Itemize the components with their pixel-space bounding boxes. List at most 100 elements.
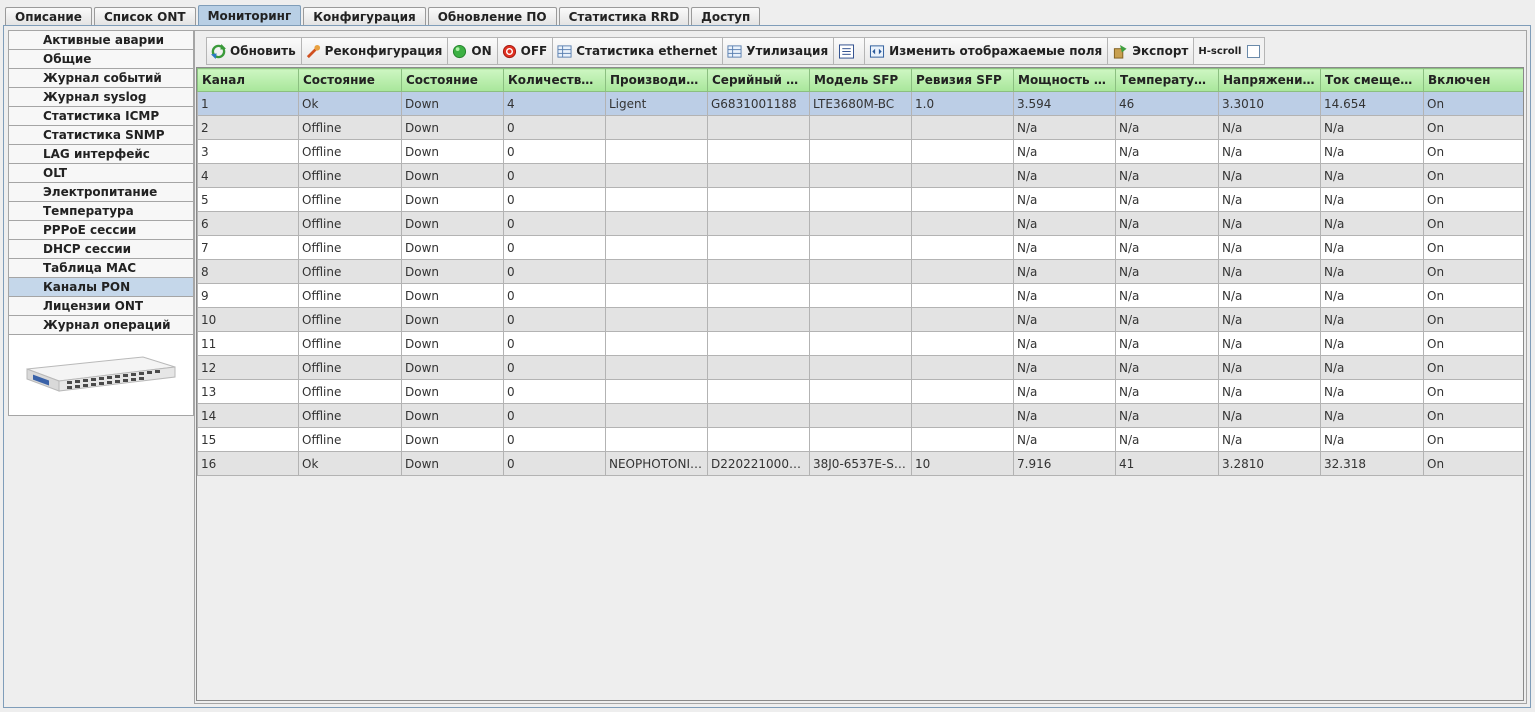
table-cell: N/a	[1013, 355, 1116, 380]
sidebar-item-pppoe-sessions[interactable]: PPPoE сессии	[8, 220, 194, 239]
table-cell: N/a	[1218, 211, 1321, 236]
column-header[interactable]: Ток смещения...	[1320, 68, 1424, 92]
table-row[interactable]: 5 Offline Down 0 N/a N/a N/a N/a On	[197, 187, 1523, 212]
table-cell	[809, 259, 912, 284]
sidebar-item-active-alarms[interactable]: Активные аварии	[8, 30, 194, 49]
export-button[interactable]: Экспорт	[1108, 38, 1195, 64]
column-header[interactable]: Модель SFP	[809, 68, 912, 92]
table-cell: 1.0	[911, 91, 1014, 116]
tab-firmware-update[interactable]: Обновление ПО	[427, 7, 557, 26]
tab-rrd-statistics[interactable]: Статистика RRD	[558, 7, 690, 26]
table-cell: N/a	[1218, 139, 1321, 164]
table-row[interactable]: 14 Offline Down 0 N/a N/a N/a N/a On	[197, 403, 1523, 428]
sidebar-item-general[interactable]: Общие	[8, 49, 194, 68]
table-cell	[911, 259, 1014, 284]
table-cell: 0	[503, 355, 606, 380]
table-cell: 8	[197, 259, 299, 284]
table-row[interactable]: 16 Ok Down 0 NEOPHOTONIC... D22022100028... 38…	[197, 451, 1523, 476]
column-header[interactable]: Количество О...	[503, 68, 606, 92]
column-header[interactable]: Ревизия SFP	[911, 68, 1014, 92]
reconfigure-button[interactable]: Реконфигурация	[301, 38, 449, 64]
table-cell: 9	[197, 283, 299, 308]
table-cell	[809, 211, 912, 236]
table-cell: 7.916	[1013, 451, 1116, 476]
table-cell: 1	[197, 91, 299, 116]
table-cell	[911, 307, 1014, 332]
table-row[interactable]: 9 Offline Down 0 N/a N/a N/a N/a On	[197, 283, 1523, 308]
tab-monitoring[interactable]: Мониторинг	[197, 5, 302, 26]
table-cell: N/a	[1115, 355, 1219, 380]
sidebar-item-mac-table[interactable]: Таблица MAC	[8, 258, 194, 277]
refresh-button[interactable]: Обновить	[207, 38, 302, 64]
table-row[interactable]: 6 Offline Down 0 N/a N/a N/a N/a On	[197, 211, 1523, 236]
table-cell: N/a	[1013, 403, 1116, 428]
table-cell	[707, 379, 810, 404]
table-cell: On	[1423, 331, 1523, 356]
table-cell	[605, 355, 708, 380]
table-row[interactable]: 13 Offline Down 0 N/a N/a N/a N/a On	[197, 379, 1523, 404]
sidebar-item-operations-log[interactable]: Журнал операций	[8, 315, 194, 334]
table-row[interactable]: 11 Offline Down 0 N/a N/a N/a N/a On	[197, 331, 1523, 356]
table-row[interactable]: 10 Offline Down 0 N/a N/a N/a N/a On	[197, 307, 1523, 332]
monitoring-sidebar: Активные аварии Общие Журнал событий Жур…	[8, 30, 194, 416]
table-row[interactable]: 7 Offline Down 0 N/a N/a N/a N/a On	[197, 235, 1523, 260]
table-row[interactable]: 2 Offline Down 0 N/a N/a N/a N/a On	[197, 115, 1523, 140]
sidebar-item-power-supply[interactable]: Электропитание	[8, 182, 194, 201]
sidebar-item-ont-licenses[interactable]: Лицензии ONT	[8, 296, 194, 315]
column-header[interactable]: Напряжение ...	[1218, 68, 1321, 92]
column-header[interactable]: Канал	[197, 68, 299, 92]
change-fields-button[interactable]: Изменить отображаемые поля	[865, 38, 1109, 64]
sidebar-item-dhcp-sessions[interactable]: DHCP сессии	[8, 239, 194, 258]
table-cell: LTE3680M-BC	[809, 91, 912, 116]
sidebar-item-olt[interactable]: OLT	[8, 163, 194, 182]
wrench-icon	[306, 44, 320, 58]
sidebar-item-icmp-stats[interactable]: Статистика ICMP	[8, 106, 194, 125]
export-icon	[1114, 44, 1127, 59]
column-header[interactable]: Серийный но...	[707, 68, 810, 92]
table-cell	[809, 403, 912, 428]
pon-channels-table-container: КаналСостояниеСостояниеКоличество О...Пр…	[196, 67, 1524, 701]
tab-access[interactable]: Доступ	[691, 7, 761, 26]
column-header[interactable]: Включен	[1423, 68, 1523, 92]
on-button[interactable]: ON	[448, 38, 498, 64]
table-cell: 0	[503, 259, 606, 284]
column-header[interactable]: Состояние	[298, 68, 402, 92]
table-cell: N/a	[1218, 259, 1321, 284]
table-cell: N/a	[1320, 259, 1424, 284]
table-cell: On	[1423, 259, 1523, 284]
table-row[interactable]: 3 Offline Down 0 N/a N/a N/a N/a On	[197, 139, 1523, 164]
sidebar-item-event-log[interactable]: Журнал событий	[8, 68, 194, 87]
tab-ont-list[interactable]: Список ONT	[93, 7, 196, 26]
sidebar-item-lag-interface[interactable]: LAG интерфейс	[8, 144, 194, 163]
list-view-button[interactable]	[834, 38, 866, 64]
ethernet-stats-button[interactable]: Статистика ethernet	[553, 38, 724, 64]
table-cell: 6	[197, 211, 299, 236]
table-row[interactable]: 15 Offline Down 0 N/a N/a N/a N/a On	[197, 427, 1523, 452]
sidebar-item-snmp-stats[interactable]: Статистика SNMP	[8, 125, 194, 144]
sidebar-item-syslog[interactable]: Журнал syslog	[8, 87, 194, 106]
column-header[interactable]: Состояние	[401, 68, 504, 92]
sidebar-item-pon-channels[interactable]: Каналы PON	[8, 277, 194, 296]
utilization-button[interactable]: Утилизация	[723, 38, 835, 64]
table-cell: On	[1423, 115, 1523, 140]
table-cell	[911, 211, 1014, 236]
table-row[interactable]: 8 Offline Down 0 N/a N/a N/a N/a On	[197, 259, 1523, 284]
table-cell: N/a	[1320, 211, 1424, 236]
column-header[interactable]: Мощность ла...	[1013, 68, 1116, 92]
column-header[interactable]: Температура ...	[1115, 68, 1219, 92]
table-cell	[911, 115, 1014, 140]
tab-configuration[interactable]: Конфигурация	[303, 7, 426, 26]
hscroll-checkbox[interactable]	[1247, 44, 1261, 58]
table-row[interactable]: 1 Ok Down 4 Ligent G6831001188 LTE3680M-BC 1.0 3…	[197, 91, 1523, 116]
table-cell: N/a	[1320, 331, 1424, 356]
off-button[interactable]: OFF	[497, 38, 554, 64]
table-cell: D22022100028...	[707, 451, 810, 476]
table-row[interactable]: 12 Offline Down 0 N/a N/a N/a N/a On	[197, 355, 1523, 380]
column-header[interactable]: Производите...	[605, 68, 708, 92]
sidebar-item-temperature[interactable]: Температура	[8, 201, 194, 220]
table-cell	[809, 307, 912, 332]
table-cell	[605, 115, 708, 140]
table-cell: 0	[503, 235, 606, 260]
tab-description[interactable]: Описание	[5, 7, 92, 26]
table-row[interactable]: 4 Offline Down 0 N/a N/a N/a N/a On	[197, 163, 1523, 188]
